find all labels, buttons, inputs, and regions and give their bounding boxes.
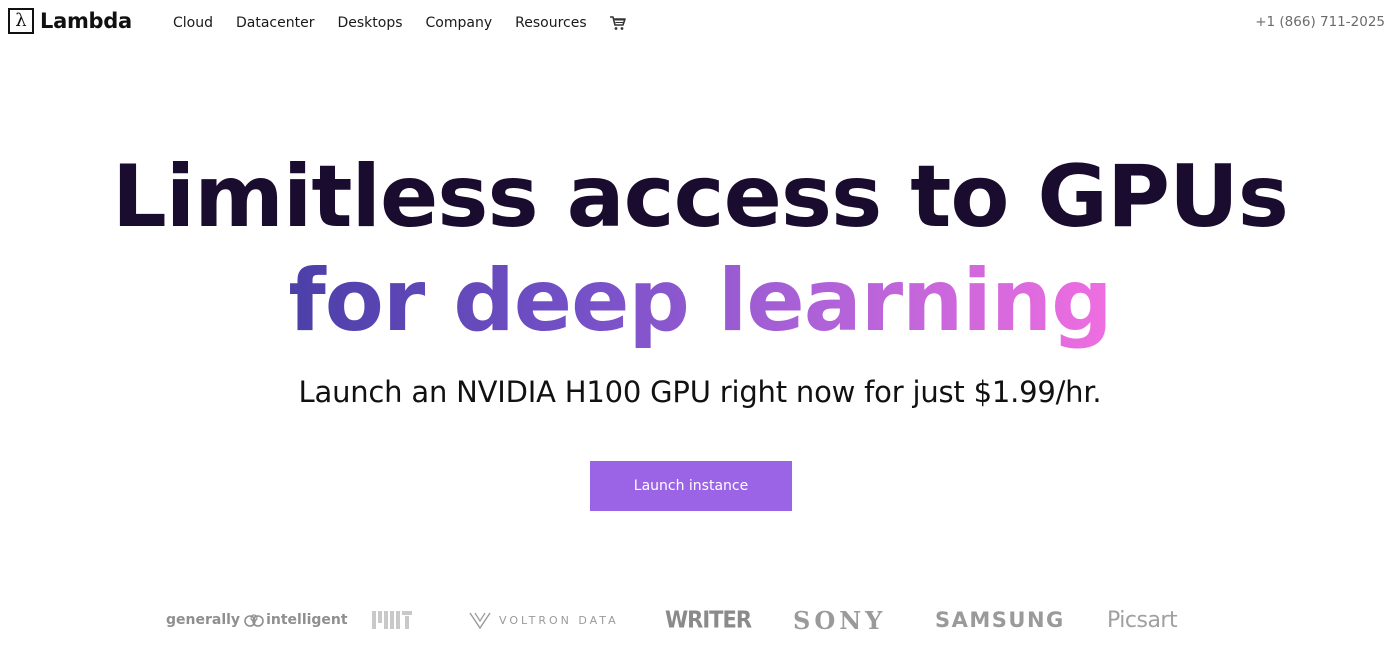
writer-logo: WRITER: [665, 606, 752, 634]
nav-datacenter[interactable]: Datacenter: [236, 13, 314, 33]
gi-right-text: intelligent: [266, 612, 348, 628]
mit-logo: [372, 600, 412, 640]
phone-link[interactable]: +1 (866) 711-2025: [1255, 14, 1385, 30]
logo-text: Lambda: [40, 9, 132, 33]
samsung-logo: SAMSUNG: [935, 608, 1065, 632]
voltron-text: VOLTRON DATA: [499, 613, 619, 627]
voltron-data-logo: VOLTRON DATA: [469, 600, 619, 640]
cart-icon[interactable]: [609, 14, 627, 32]
launch-instance-button[interactable]: Launch instance: [590, 461, 792, 511]
hero-headline-gradient: for deep learning: [0, 246, 1400, 356]
sony-logo: SONY: [793, 605, 887, 635]
main-nav: Cloud Datacenter Desktops Company Resour…: [173, 13, 627, 33]
generally-intelligent-logo: generally intelligent: [166, 600, 348, 640]
lambda-icon: λ: [8, 8, 34, 34]
picsart-logo: Picsart: [1107, 607, 1178, 633]
customer-logos: generally intelligent VOLTRON DATA WRITE…: [0, 600, 1400, 640]
rings-icon: [244, 614, 264, 628]
lambda-logo[interactable]: λ Lambda: [8, 8, 132, 34]
nav-company[interactable]: Company: [426, 13, 493, 33]
hero-subtitle: Launch an NVIDIA H100 GPU right now for …: [298, 375, 1102, 409]
nav-desktops[interactable]: Desktops: [337, 13, 402, 33]
site-header: λ Lambda Cloud Datacenter Desktops Compa…: [0, 0, 1400, 44]
hero-headline-gradient-text: for deep learning: [288, 251, 1112, 351]
nav-cloud[interactable]: Cloud: [173, 13, 213, 33]
nav-resources[interactable]: Resources: [515, 13, 587, 33]
gi-left-text: generally: [166, 612, 241, 628]
voltron-v-icon: [469, 612, 491, 629]
hero-headline: Limitless access to GPUs: [111, 147, 1289, 247]
